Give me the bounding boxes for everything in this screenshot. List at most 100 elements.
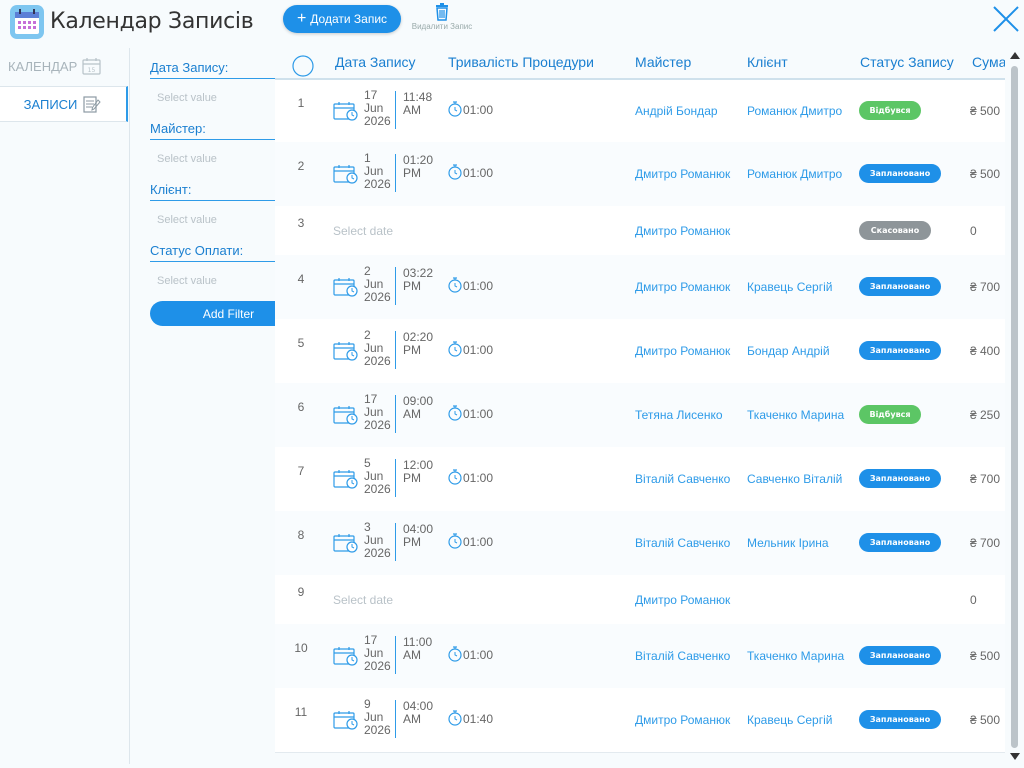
table-row[interactable]: 10 17 Jun 2026 11:00 AM 01:00 Віталій Савченко Т… [275, 624, 1005, 689]
client-link[interactable]: Романюк Дмитро [747, 104, 842, 118]
duration-cell[interactable]: 01:00 [447, 533, 493, 549]
delete-record-button[interactable]: Видалити Запис [405, 3, 479, 37]
date-cell[interactable]: 3 Jun 2026 04:00 PM [333, 521, 443, 565]
nav-item-records[interactable]: ЗАПИСИ [0, 86, 128, 122]
status-badge[interactable]: Заплановано [859, 533, 941, 552]
client-link[interactable]: Савченко Віталій [747, 472, 842, 486]
sum-value: ₴ 700 [970, 472, 1001, 486]
calendar-clock-icon [333, 646, 359, 669]
date-cell[interactable]: 5 Jun 2026 12:00 PM [333, 457, 443, 501]
status-badge[interactable]: Заплановано [859, 341, 941, 360]
status-badge[interactable]: Заплановано [859, 164, 941, 183]
date-cell[interactable]: 17 Jun 2026 11:48 AM [333, 89, 443, 133]
records-table: Дата Запису Тривалість Процедури Майстер… [275, 48, 1005, 764]
duration-cell[interactable]: 01:00 [447, 164, 493, 180]
status-badge[interactable]: Відбувся [859, 101, 921, 120]
status-badge[interactable]: Заплановано [859, 710, 941, 729]
filter-payment-status-label[interactable]: Статус Оплати: [150, 239, 306, 262]
row-number: 11 [294, 705, 308, 719]
table-header: Дата Запису Тривалість Процедури Майстер… [275, 48, 1005, 80]
master-link[interactable]: Дмитро Романюк [635, 713, 730, 727]
row-number: 1 [297, 96, 305, 110]
date-cell[interactable]: 17 Jun 2026 11:00 AM [333, 634, 443, 678]
date-cell[interactable]: 1 Jun 2026 01:20 PM [333, 152, 443, 196]
header-duration[interactable]: Тривалість Процедури [448, 54, 594, 70]
status-badge[interactable]: Відбувся [859, 405, 921, 424]
header-date[interactable]: Дата Запису [335, 54, 416, 70]
plus-icon: + [296, 9, 307, 27]
date-cell[interactable]: 9 Jun 2026 04:00 AM [333, 698, 443, 742]
client-link[interactable]: Ткаченко Марина [747, 408, 844, 422]
header-master[interactable]: Майстер [635, 54, 691, 70]
filter-date-label-text: Дата Запису: [150, 60, 229, 75]
client-link[interactable]: Мельник Ірина [747, 536, 829, 550]
client-link[interactable]: Ткаченко Марина [747, 649, 844, 663]
select-all-circle-icon[interactable] [292, 55, 314, 77]
master-link[interactable]: Дмитро Романюк [635, 280, 730, 294]
table-row[interactable]: 3 Select date Дмитро Романюк Скасовано 0 [275, 206, 1005, 256]
time-value: 01:20 PM [403, 154, 433, 180]
master-link[interactable]: Тетяна Лисенко [635, 408, 723, 422]
scroll-down-arrow[interactable] [1010, 753, 1020, 760]
master-link[interactable]: Віталій Савченко [635, 472, 730, 486]
header-client[interactable]: Клієнт [747, 54, 788, 70]
stopwatch-icon [447, 469, 463, 485]
status-badge[interactable]: Заплановано [859, 469, 941, 488]
master-link[interactable]: Дмитро Романюк [635, 344, 730, 358]
table-row[interactable]: 1 17 Jun 2026 11:48 AM 01:00 Андрій Бондар Роман… [275, 80, 1005, 143]
client-link[interactable]: Кравець Сергій [747, 713, 832, 727]
duration-cell[interactable]: 01:00 [447, 469, 493, 485]
duration-cell[interactable]: 01:00 [447, 341, 493, 357]
client-link[interactable]: Бондар Андрій [747, 344, 830, 358]
scroll-thumb[interactable] [1011, 66, 1018, 748]
date-year: 2026 [364, 723, 391, 737]
date-value: 17 Jun 2026 [364, 393, 391, 432]
trash-icon [436, 3, 448, 21]
master-link[interactable]: Віталій Савченко [635, 536, 730, 550]
table-row[interactable]: 6 17 Jun 2026 09:00 AM 01:00 Тетяна Лисенко Ткач… [275, 383, 1005, 448]
client-link[interactable]: Романюк Дмитро [747, 167, 842, 181]
status-badge[interactable]: Скасовано [859, 221, 931, 240]
master-link[interactable]: Віталій Савченко [635, 649, 730, 663]
master-link[interactable]: Андрій Бондар [635, 104, 718, 118]
scroll-up-arrow[interactable] [1010, 52, 1020, 59]
master-link[interactable]: Дмитро Романюк [635, 593, 730, 607]
duration-cell[interactable]: 01:40 [447, 710, 493, 726]
table-row[interactable]: 2 1 Jun 2026 01:20 PM 01:00 Дмитро Романюк Роман… [275, 142, 1005, 207]
table-row[interactable]: 8 3 Jun 2026 04:00 PM 01:00 Віталій Савченко Мел… [275, 511, 1005, 576]
left-nav: КАЛЕНДАР 15 ЗАПИСИ [0, 48, 130, 764]
filter-date-label[interactable]: Дата Запису: [150, 56, 275, 79]
row-number: 10 [294, 641, 308, 655]
header-sum[interactable]: Сума [972, 54, 1005, 70]
time-ampm: PM [403, 343, 421, 357]
date-cell[interactable]: 17 Jun 2026 09:00 AM [333, 393, 443, 437]
client-link[interactable]: Кравець Сергій [747, 280, 832, 294]
header-status[interactable]: Статус Запису [860, 54, 954, 70]
duration-cell[interactable]: 01:00 [447, 646, 493, 662]
table-row[interactable]: 11 9 Jun 2026 04:00 AM 01:40 Дмитро Романюк Крав… [275, 688, 1005, 753]
nav-item-calendar[interactable]: КАЛЕНДАР 15 [0, 48, 128, 84]
add-record-button[interactable]: + Додати Запис [283, 5, 401, 33]
date-cell[interactable]: 2 Jun 2026 03:22 PM [333, 265, 443, 309]
date-cell[interactable]: 2 Jun 2026 02:20 PM [333, 329, 443, 373]
date-select-placeholder[interactable]: Select date [333, 224, 393, 238]
duration-value: 01:40 [463, 712, 494, 726]
table-row[interactable]: 5 2 Jun 2026 02:20 PM 01:00 Дмитро Романюк Бонда… [275, 319, 1005, 384]
scrollbar[interactable] [1006, 48, 1024, 764]
close-icon[interactable] [992, 5, 1020, 33]
table-row[interactable]: 7 5 Jun 2026 12:00 PM 01:00 Віталій Савченко Сав… [275, 447, 1005, 512]
status-badge[interactable]: Заплановано [859, 277, 941, 296]
master-link[interactable]: Дмитро Романюк [635, 224, 730, 238]
duration-cell[interactable]: 01:00 [447, 405, 493, 421]
duration-cell[interactable]: 01:00 [447, 277, 493, 293]
table-row[interactable]: 9 Select date Дмитро Романюк 0 [275, 575, 1005, 625]
table-row[interactable]: 4 2 Jun 2026 03:22 PM 01:00 Дмитро Романюк Краве… [275, 255, 1005, 320]
filter-master-label[interactable]: Майстер: [150, 117, 306, 140]
status-badge[interactable]: Заплановано [859, 646, 941, 665]
duration-cell[interactable]: 01:00 [447, 101, 493, 117]
filter-client-label[interactable]: Клієнт: [150, 178, 306, 201]
time-value: 11:48 AM [403, 91, 432, 117]
master-link[interactable]: Дмитро Романюк [635, 167, 730, 181]
sum-value: ₴ 500 [970, 167, 1001, 181]
date-select-placeholder[interactable]: Select date [333, 593, 393, 607]
